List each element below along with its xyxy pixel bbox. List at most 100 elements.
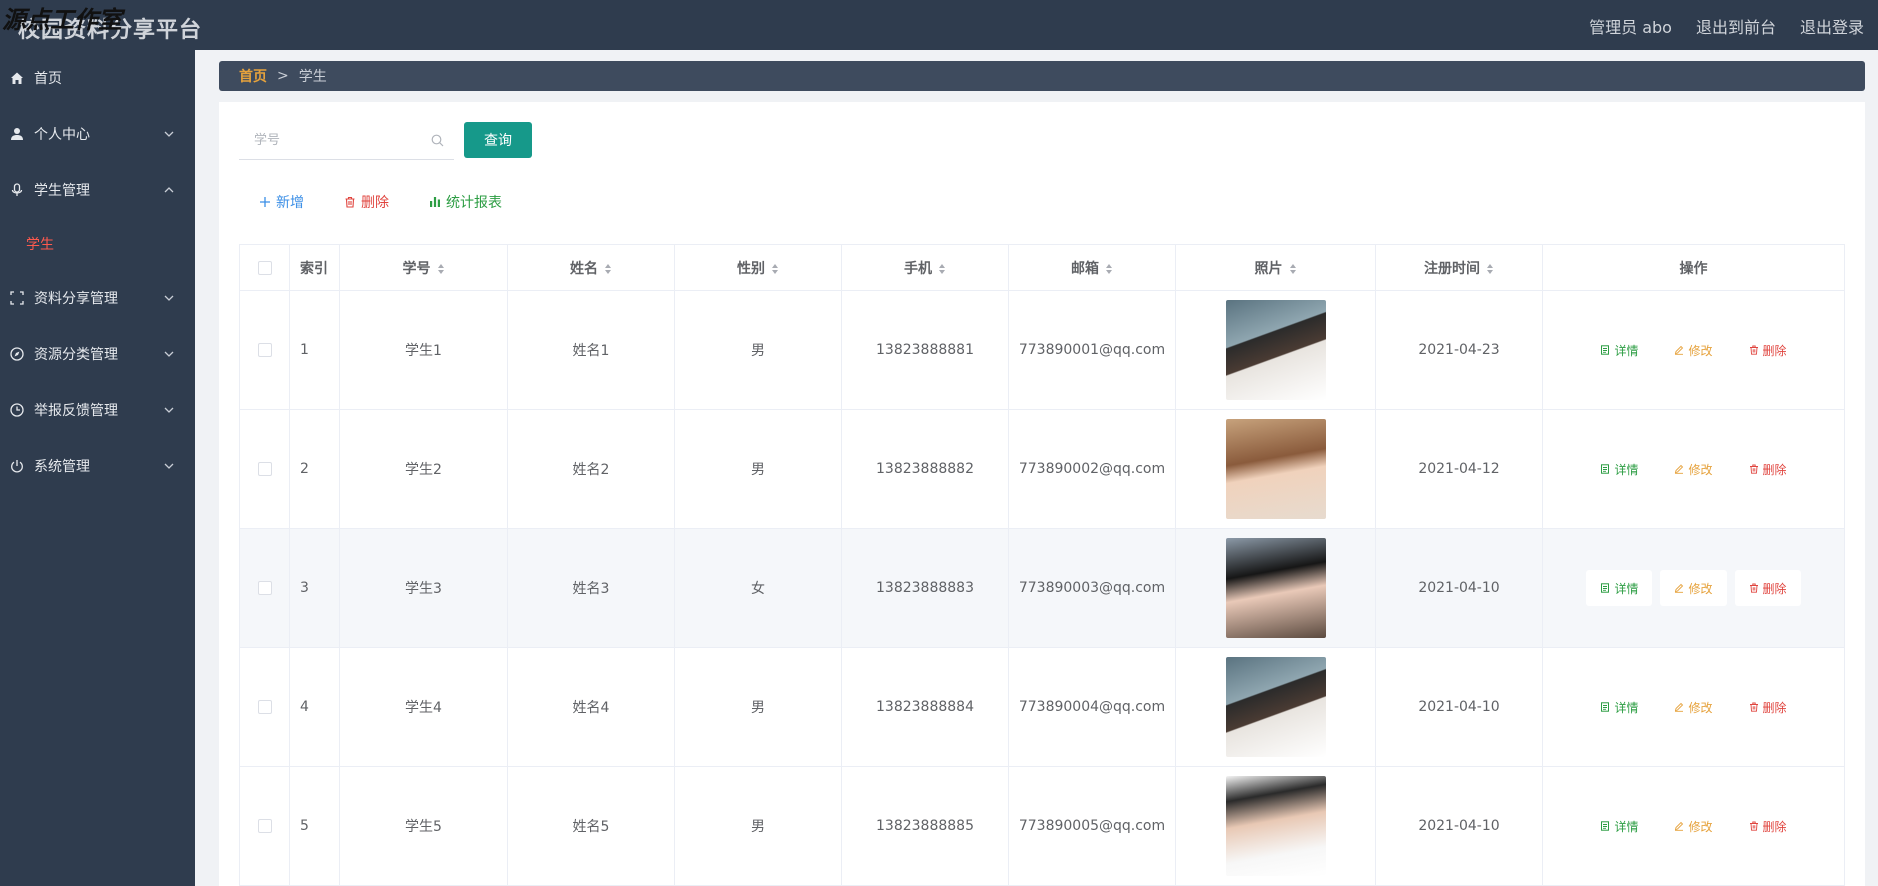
admin-user-label[interactable]: 管理员 abo xyxy=(1589,14,1672,38)
detail-button[interactable]: 详情 xyxy=(1586,689,1652,725)
chevron-up-icon xyxy=(164,187,174,193)
edit-button[interactable]: 修改 xyxy=(1660,689,1726,725)
sidebar-item-personal[interactable]: 个人中心 xyxy=(0,106,195,162)
phone-cell: 13823888883 xyxy=(841,528,1009,648)
sidebar-item-category[interactable]: 资源分类管理 xyxy=(0,326,195,382)
delete-button[interactable]: 删除 xyxy=(1734,570,1801,606)
index-cell: 5 xyxy=(289,766,340,886)
column-header-label: 邮箱 xyxy=(1071,260,1099,277)
frame-icon xyxy=(10,291,24,305)
trash-icon xyxy=(1749,821,1758,831)
table-row[interactable]: 4 学生4 姓名4 男 13823888884 773890004@qq.com… xyxy=(239,647,1845,767)
row-checkbox[interactable] xyxy=(257,343,272,357)
delete-label: 删除 xyxy=(1762,819,1787,834)
column-header-label: 手机 xyxy=(904,260,932,277)
row-checkbox[interactable] xyxy=(257,581,272,595)
document-icon xyxy=(1601,345,1610,355)
sidebar-subitem-student[interactable]: 学生 xyxy=(0,218,195,270)
detail-button[interactable]: 详情 xyxy=(1586,570,1653,606)
sidebar-item-label: 举报反馈管理 xyxy=(34,403,118,419)
breadcrumb: 首页 > 学生 xyxy=(219,61,1865,91)
edit-button[interactable]: 修改 xyxy=(1660,332,1726,368)
detail-button[interactable]: 详情 xyxy=(1586,451,1652,487)
phone-cell: 13823888884 xyxy=(841,647,1009,767)
gender-cell: 男 xyxy=(674,290,842,410)
student-photo[interactable] xyxy=(1225,538,1326,638)
register-date-cell: 2021-04-23 xyxy=(1375,290,1543,410)
add-button[interactable]: 新增 xyxy=(259,192,304,212)
photo-cell xyxy=(1175,409,1376,529)
column-header-gender[interactable]: 性别 xyxy=(674,244,842,291)
delete-button[interactable]: 删除 xyxy=(1735,451,1801,487)
delete-button[interactable]: 删除 xyxy=(1735,689,1801,725)
delete-label: 删除 xyxy=(1762,462,1787,477)
student-photo[interactable] xyxy=(1225,300,1326,400)
column-header-student-id[interactable]: 学号 xyxy=(339,244,508,291)
logout-link[interactable]: 退出登录 xyxy=(1800,14,1864,38)
sidebar-item-students[interactable]: 学生管理 xyxy=(0,162,195,218)
row-checkbox[interactable] xyxy=(257,819,272,833)
sort-icon xyxy=(437,263,444,274)
exit-to-front-link[interactable]: 退出到前台 xyxy=(1696,14,1776,38)
batch-delete-button[interactable]: 删除 xyxy=(344,192,389,212)
watermark-text: 源点工作室 xyxy=(2,6,122,34)
student-photo[interactable] xyxy=(1225,419,1326,519)
compass-icon xyxy=(10,347,24,361)
breadcrumb-home[interactable]: 首页 xyxy=(239,66,267,86)
detail-button[interactable]: 详情 xyxy=(1586,808,1652,844)
gender-cell: 男 xyxy=(674,409,842,529)
edit-button[interactable]: 修改 xyxy=(1660,570,1727,606)
mic-icon xyxy=(10,183,24,197)
stats-report-button[interactable]: 统计报表 xyxy=(429,192,502,212)
delete-button[interactable]: 删除 xyxy=(1735,332,1801,368)
student-photo[interactable] xyxy=(1225,657,1326,757)
edit-button[interactable]: 修改 xyxy=(1660,451,1726,487)
row-checkbox[interactable] xyxy=(257,462,272,476)
edit-icon xyxy=(1675,583,1684,593)
actions-cell: 详情 修改 删除 xyxy=(1542,409,1845,529)
edit-icon xyxy=(1675,702,1684,712)
table-row[interactable]: 1 学生1 姓名1 男 13823888881 773890001@qq.com… xyxy=(239,290,1845,410)
row-select-cell xyxy=(239,409,290,529)
delete-label: 删除 xyxy=(1762,343,1787,358)
table-row[interactable]: 5 学生5 姓名5 男 13823888885 773890005@qq.com… xyxy=(239,766,1845,886)
trash-icon xyxy=(1749,345,1758,355)
email-cell: 773890005@qq.com xyxy=(1008,766,1176,886)
sidebar-item-report[interactable]: 举报反馈管理 xyxy=(0,382,195,438)
student-photo[interactable] xyxy=(1225,776,1326,876)
edit-label: 修改 xyxy=(1688,343,1713,358)
column-header-email[interactable]: 邮箱 xyxy=(1008,244,1176,291)
email-cell: 773890003@qq.com xyxy=(1008,528,1176,648)
column-header-label: 注册时间 xyxy=(1424,260,1480,277)
column-header-register-time[interactable]: 注册时间 xyxy=(1375,244,1543,291)
sidebar-item-home[interactable]: 首页 xyxy=(0,50,195,106)
column-header-photo[interactable]: 照片 xyxy=(1175,244,1376,291)
actions-cell: 详情 修改 删除 xyxy=(1542,766,1845,886)
sidebar-item-resource-share[interactable]: 资料分享管理 xyxy=(0,270,195,326)
student-id-search-input[interactable] xyxy=(239,122,419,158)
table-row[interactable]: 2 学生2 姓名2 男 13823888882 773890002@qq.com… xyxy=(239,409,1845,529)
trash-icon xyxy=(1749,583,1758,593)
detail-button[interactable]: 详情 xyxy=(1586,332,1652,368)
delete-button[interactable]: 删除 xyxy=(1735,808,1801,844)
edit-icon xyxy=(1675,464,1684,474)
row-checkbox[interactable] xyxy=(257,700,272,714)
column-header-phone[interactable]: 手机 xyxy=(841,244,1009,291)
name-cell: 姓名4 xyxy=(507,647,675,767)
name-cell: 姓名1 xyxy=(507,290,675,410)
table-row[interactable]: 3 学生3 姓名3 女 13823888883 773890003@qq.com… xyxy=(239,528,1845,648)
select-all-checkbox[interactable] xyxy=(257,260,272,275)
edit-icon xyxy=(1675,345,1684,355)
query-button[interactable]: 查询 xyxy=(464,122,532,158)
document-icon xyxy=(1601,821,1610,831)
column-header-name[interactable]: 姓名 xyxy=(507,244,675,291)
plus-icon xyxy=(260,197,270,207)
sidebar-item-label: 个人中心 xyxy=(34,127,90,143)
delete-label: 删除 xyxy=(361,195,389,211)
chevron-down-icon xyxy=(164,463,174,469)
detail-label: 详情 xyxy=(1614,819,1639,834)
sidebar-item-system[interactable]: 系统管理 xyxy=(0,438,195,494)
row-select-cell xyxy=(239,528,290,648)
user-icon xyxy=(10,127,24,141)
edit-button[interactable]: 修改 xyxy=(1660,808,1726,844)
